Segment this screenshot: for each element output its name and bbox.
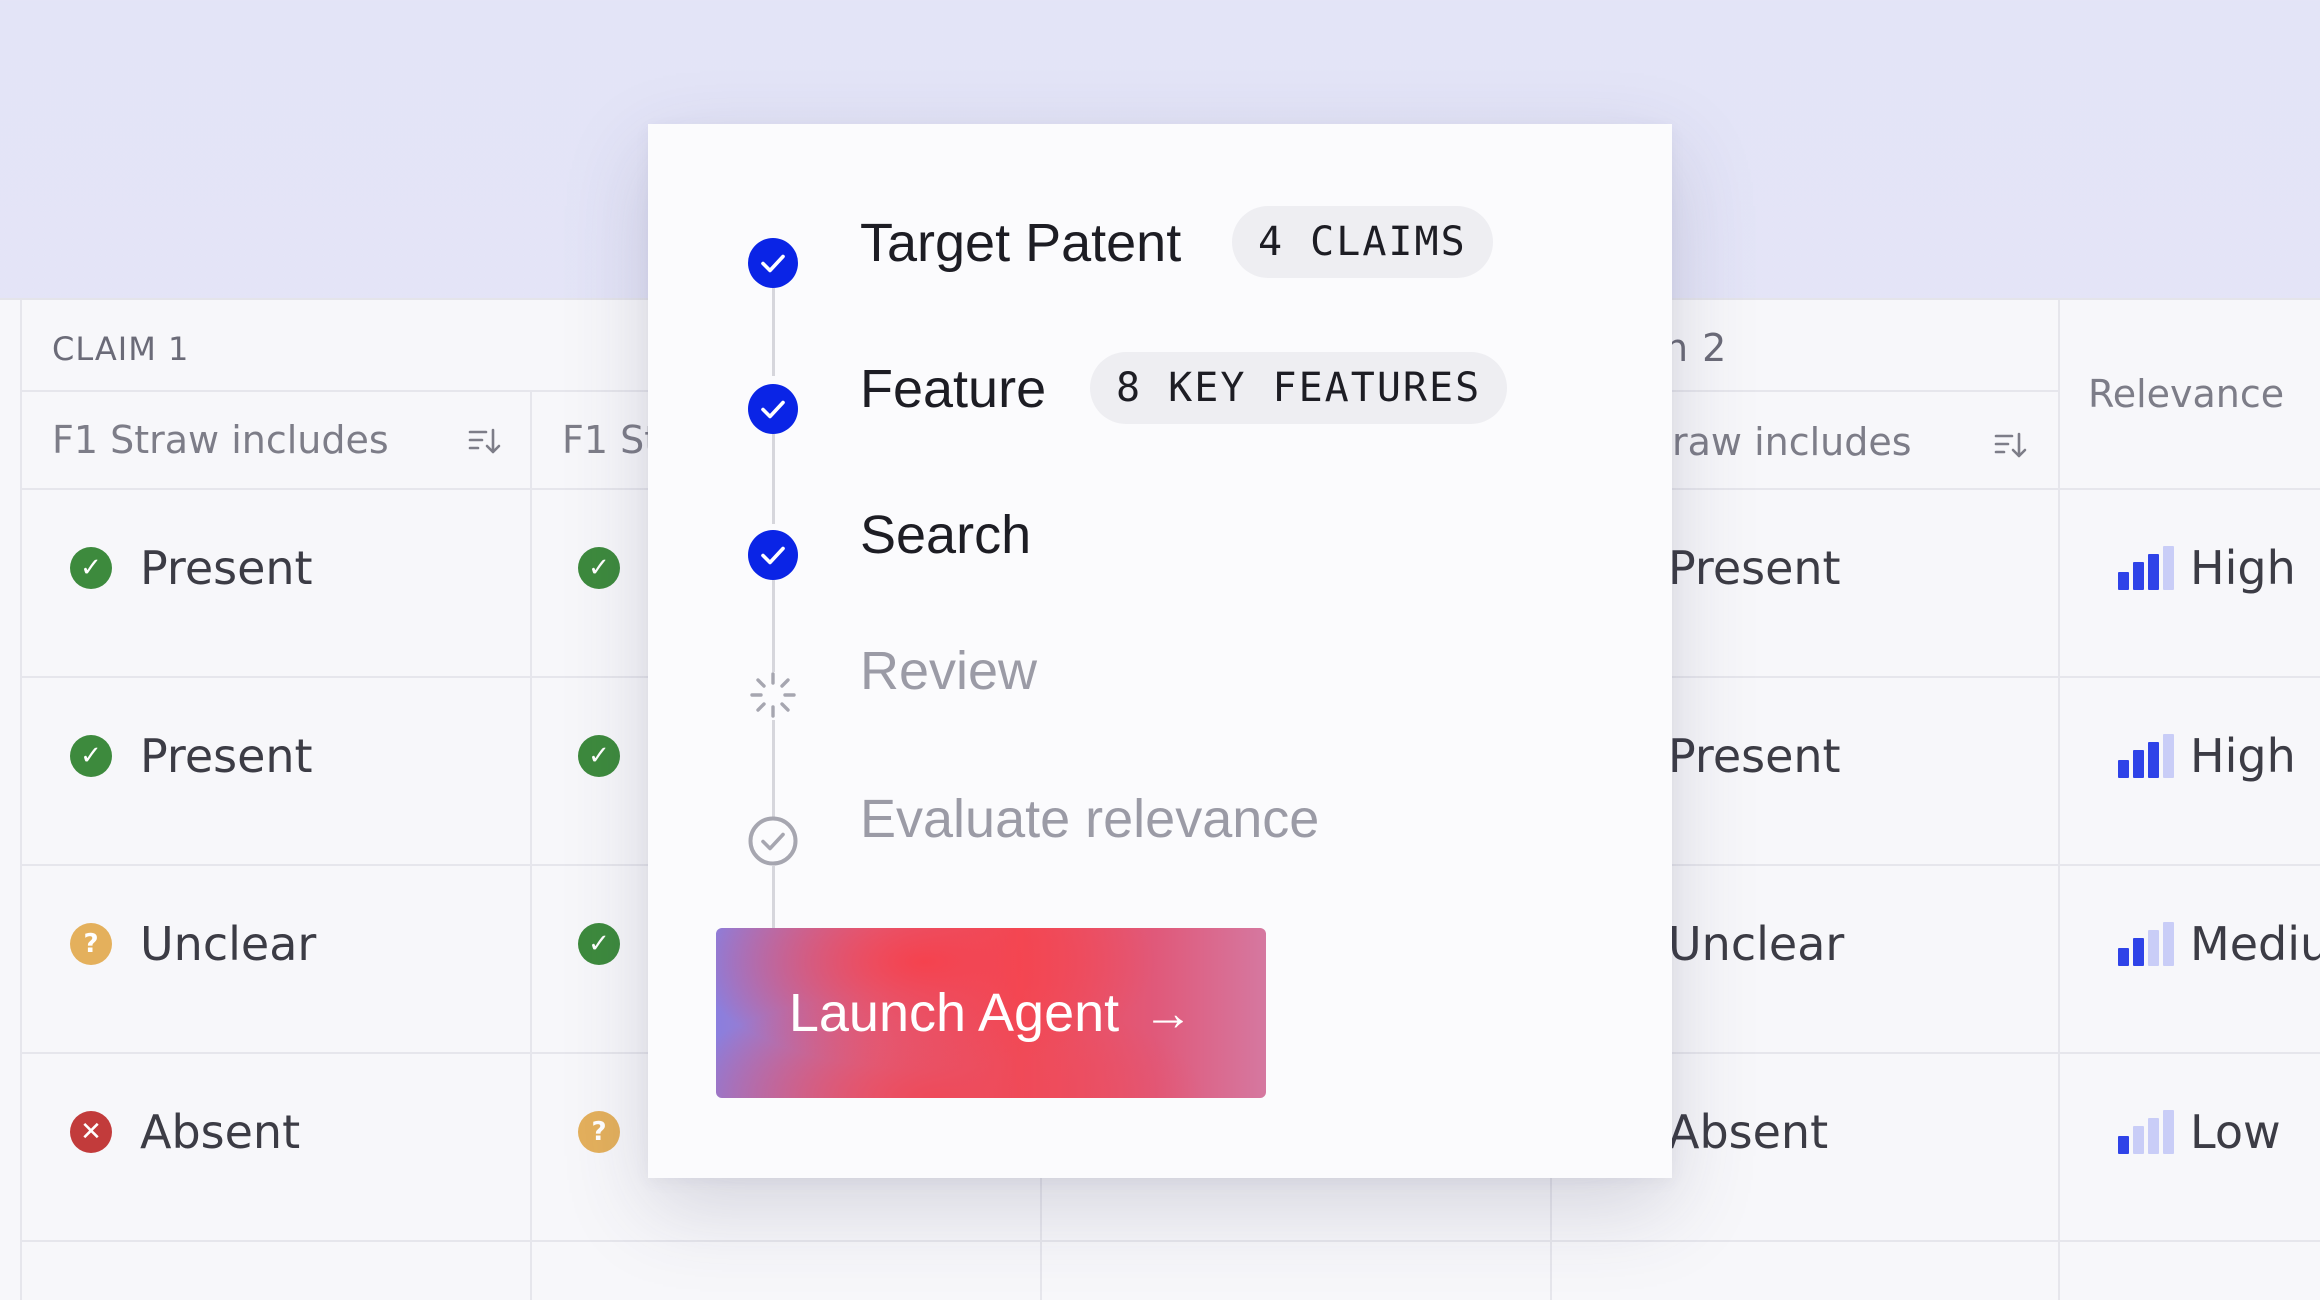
- step-connector: [772, 580, 775, 672]
- step-connector: [772, 434, 775, 524]
- check-circle-icon: [748, 384, 798, 434]
- status-text: Present: [1668, 541, 1841, 595]
- present-status-icon: ✓: [578, 547, 620, 589]
- column-header[interactable]: F1 Straw includes: [52, 418, 389, 462]
- signal-bars-icon: [2118, 1110, 2174, 1154]
- column-header[interactable]: raw includes: [1672, 420, 1912, 464]
- step-label-search: Search: [860, 504, 1031, 566]
- status-text: Absent: [140, 1105, 300, 1159]
- status-cell[interactable]: ✓ Present: [70, 538, 313, 598]
- relevance-text: High: [2190, 729, 2296, 783]
- step-label-target-patent: Target Patent: [860, 212, 1181, 274]
- claim-group-label: n 2: [1664, 326, 1727, 370]
- status-cell[interactable]: ✓: [578, 726, 648, 786]
- unclear-status-icon: ?: [578, 1111, 620, 1153]
- status-text: Unclear: [140, 917, 316, 971]
- step-label-feature: Feature: [860, 358, 1046, 420]
- relevance-header[interactable]: Relevance: [2088, 372, 2284, 416]
- claim-group-label: CLAIM 1: [52, 330, 189, 368]
- launch-agent-label: Launch Agent: [789, 982, 1119, 1044]
- relevance-text: Mediu: [2190, 917, 2320, 971]
- features-count-badge: 8 KEY FEATURES: [1090, 352, 1507, 424]
- loading-spinner-icon: [748, 670, 798, 720]
- relevance-cell[interactable]: High: [2118, 726, 2296, 786]
- absent-status-icon: ✕: [70, 1111, 112, 1153]
- sort-icon[interactable]: [468, 424, 502, 458]
- status-cell[interactable]: Present: [1668, 538, 1841, 598]
- column-divider: [530, 392, 532, 1300]
- relevance-cell[interactable]: Low: [2118, 1102, 2281, 1162]
- launch-agent-button[interactable]: Launch Agent →: [716, 928, 1266, 1098]
- present-status-icon: ✓: [70, 735, 112, 777]
- row-divider: [22, 1240, 2320, 1242]
- present-status-icon: ✓: [578, 735, 620, 777]
- arrow-right-icon: →: [1143, 984, 1193, 1042]
- step-connector: [772, 720, 775, 818]
- relevance-cell[interactable]: High: [2118, 538, 2296, 598]
- present-status-icon: ✓: [578, 923, 620, 965]
- check-circle-icon: [748, 238, 798, 288]
- status-cell[interactable]: Unclear: [1668, 914, 1844, 974]
- status-cell[interactable]: Absent: [1668, 1102, 1828, 1162]
- status-cell[interactable]: Present: [1668, 726, 1841, 786]
- status-text: Absent: [1668, 1105, 1828, 1159]
- step-label-evaluate-relevance: Evaluate relevance: [860, 788, 1319, 850]
- check-outline-circle-icon: [748, 816, 798, 866]
- status-text: Present: [140, 729, 313, 783]
- status-cell[interactable]: ✕ Absent: [70, 1102, 300, 1162]
- step-label-review: Review: [860, 640, 1037, 702]
- present-status-icon: ✓: [70, 547, 112, 589]
- relevance-cell[interactable]: Mediu: [2118, 914, 2320, 974]
- agent-steps-card: Target Patent 4 CLAIMS Feature 8 KEY FEA…: [648, 124, 1672, 1178]
- check-circle-icon: [748, 530, 798, 580]
- relevance-text: Low: [2190, 1105, 2281, 1159]
- status-cell[interactable]: ✓: [578, 538, 648, 598]
- claims-count-badge: 4 CLAIMS: [1232, 206, 1493, 278]
- sort-icon[interactable]: [1994, 428, 2028, 462]
- status-cell[interactable]: ?: [578, 1102, 648, 1162]
- signal-bars-icon: [2118, 546, 2174, 590]
- status-cell[interactable]: ? Unclear: [70, 914, 316, 974]
- column-divider: [20, 300, 22, 1300]
- unclear-status-icon: ?: [70, 923, 112, 965]
- signal-bars-icon: [2118, 734, 2174, 778]
- relevance-text: High: [2190, 541, 2296, 595]
- column-header[interactable]: F1 St: [562, 418, 659, 462]
- status-text: Present: [1668, 729, 1841, 783]
- status-cell[interactable]: ✓: [578, 914, 648, 974]
- step-connector: [772, 288, 775, 376]
- column-divider: [2058, 300, 2060, 1300]
- signal-bars-icon: [2118, 922, 2174, 966]
- status-cell[interactable]: ✓ Present: [70, 726, 313, 786]
- status-text: Unclear: [1668, 917, 1844, 971]
- status-text: Present: [140, 541, 313, 595]
